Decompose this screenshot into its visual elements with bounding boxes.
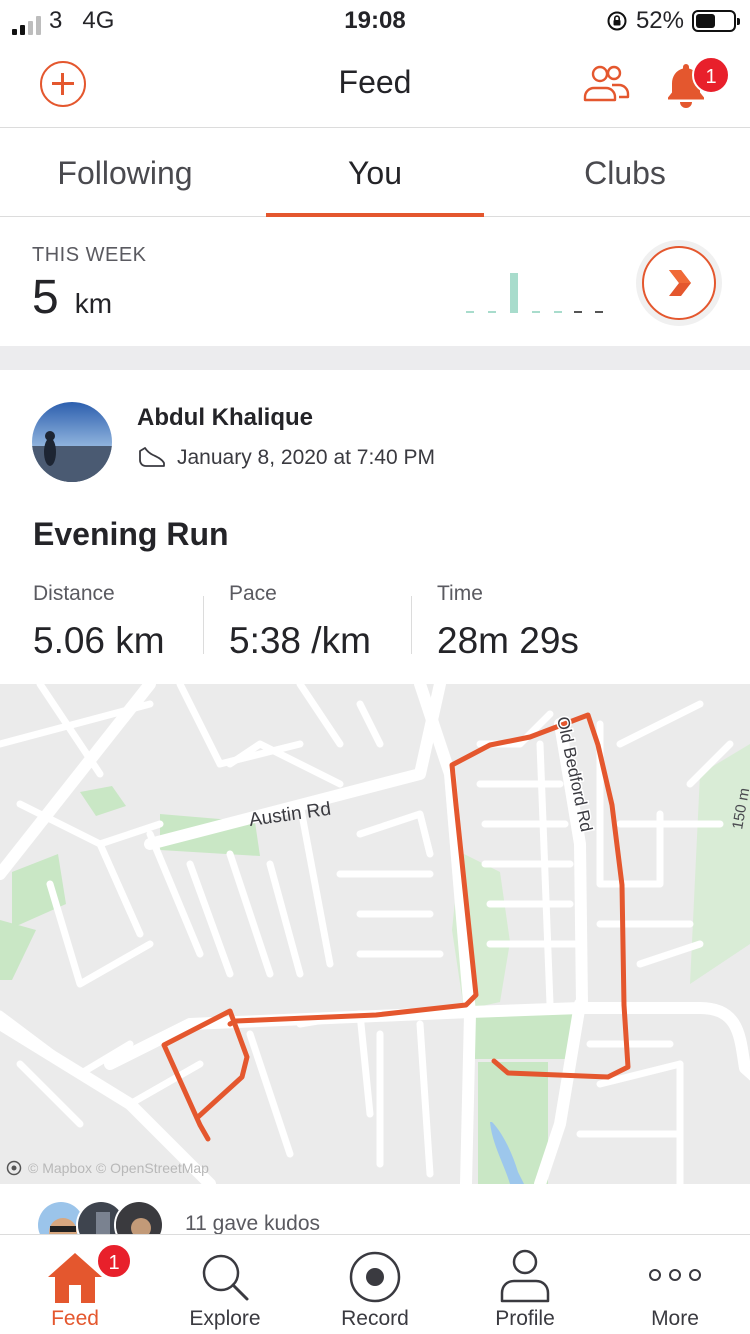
week-distance-value: 5 xyxy=(32,271,59,324)
find-friends-icon[interactable] xyxy=(582,64,630,104)
main-roads xyxy=(0,684,750,1184)
attribution-text: © Mapbox © OpenStreetMap xyxy=(28,1160,209,1176)
week-distance-unit: km xyxy=(74,288,113,319)
page-title: Feed xyxy=(338,64,412,100)
road-label-old-bedford: Old Bedford Rd xyxy=(553,715,596,834)
stat-value: 5:38 /km xyxy=(229,620,371,661)
day-bar-1 xyxy=(466,311,474,313)
nav-more[interactable]: More xyxy=(600,1235,750,1334)
battery-icon xyxy=(692,10,740,32)
activity-map[interactable]: Austin Rd Old Bedford Rd 150 m xyxy=(0,684,750,1184)
battery-percent: 52% xyxy=(635,7,684,34)
profile-icon xyxy=(500,1249,550,1303)
weekly-summary[interactable]: THIS WEEK 5 km xyxy=(0,218,750,346)
stat-pace: Pace 5:38 /km xyxy=(203,582,437,662)
week-distance: 5 km xyxy=(32,270,112,325)
notification-badge: 1 xyxy=(692,56,730,94)
day-bar-4 xyxy=(532,311,540,313)
bottom-nav: Feed 1 Explore Record Profile More xyxy=(0,1234,750,1334)
activity-stats: Distance 5.06 km Pace 5:38 /km Time 28m … xyxy=(33,582,579,662)
day-bar-5 xyxy=(554,311,562,313)
weekly-progress-button[interactable] xyxy=(642,246,716,320)
stat-divider xyxy=(203,596,204,654)
top-bar: Feed xyxy=(0,40,750,128)
stat-label: Pace xyxy=(229,582,277,605)
day-bar-6 xyxy=(574,311,582,313)
road-label-austin: Austin Rd xyxy=(248,799,332,831)
activity-meta: January 8, 2020 at 7:40 PM xyxy=(137,446,435,470)
kudos-row[interactable]: 11 gave kudos xyxy=(0,1196,750,1234)
activity-date: January 8, 2020 at 7:40 PM xyxy=(177,446,435,469)
tab-following[interactable]: Following xyxy=(0,129,250,216)
activity-title[interactable]: Evening Run xyxy=(33,516,229,553)
map-canvas: Austin Rd Old Bedford Rd 150 m xyxy=(0,684,750,1184)
tab-you[interactable]: You xyxy=(250,129,500,217)
status-right: 52% xyxy=(606,7,740,35)
athlete-name[interactable]: Abdul Khalique xyxy=(137,404,313,432)
nav-feed[interactable]: Feed 1 xyxy=(0,1235,150,1334)
section-divider xyxy=(0,346,750,370)
weekly-mini-chart xyxy=(466,273,603,313)
more-icon xyxy=(649,1269,701,1281)
run-shoe-icon xyxy=(139,447,165,467)
nav-feed-badge: 1 xyxy=(96,1243,132,1279)
kudos-count: 11 gave kudos xyxy=(185,1212,321,1234)
stat-value: 5.06 km xyxy=(33,620,165,661)
nav-label: Feed xyxy=(51,1307,99,1330)
map-attribution[interactable]: © Mapbox © OpenStreetMap xyxy=(6,1160,209,1176)
day-bar-7 xyxy=(595,311,603,313)
kudos-avatar xyxy=(114,1200,164,1234)
stat-label: Distance xyxy=(33,582,115,605)
record-icon xyxy=(349,1251,401,1303)
stat-value: 28m 29s xyxy=(437,620,579,661)
tab-clubs[interactable]: Clubs xyxy=(500,129,750,216)
nav-label: Record xyxy=(341,1307,409,1330)
feed-tabs: Following You Clubs xyxy=(0,129,750,217)
nav-profile[interactable]: Profile xyxy=(450,1235,600,1334)
stat-divider xyxy=(411,596,412,654)
stat-label: Time xyxy=(437,582,483,605)
avatar-photo xyxy=(32,402,112,482)
athlete-avatar[interactable] xyxy=(32,402,112,482)
search-icon xyxy=(202,1254,249,1301)
nav-label: More xyxy=(651,1307,699,1330)
nav-label: Profile xyxy=(495,1307,555,1330)
stat-distance: Distance 5.06 km xyxy=(33,582,229,662)
mapbox-logo-icon xyxy=(6,1160,22,1176)
status-bar: 3 4G 19:08 52% xyxy=(0,0,750,40)
week-label: THIS WEEK xyxy=(32,244,147,266)
stat-time: Time 28m 29s xyxy=(411,582,579,662)
chevron-right-icon xyxy=(668,269,691,296)
nav-explore[interactable]: Explore xyxy=(150,1235,300,1334)
nav-record[interactable]: Record xyxy=(300,1235,450,1334)
day-bar-2 xyxy=(488,311,496,313)
nav-label: Explore xyxy=(189,1307,261,1330)
rotation-lock-icon xyxy=(607,11,627,31)
day-bar-3 xyxy=(510,273,518,313)
